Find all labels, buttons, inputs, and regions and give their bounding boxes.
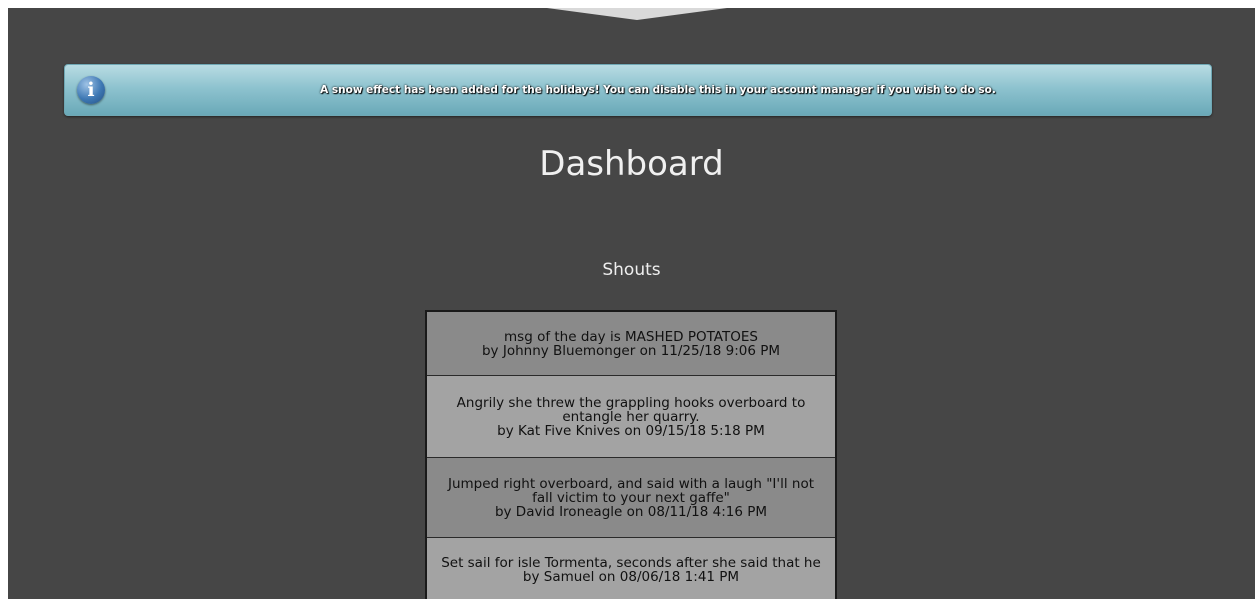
shout-byline: by Samuel on 08/06/18 1:41 PM — [522, 569, 740, 585]
shout-message: Set sail for isle Tormenta, seconds afte… — [441, 555, 821, 571]
shout-byline: by David Ironeagle on 08/11/18 4:16 PM — [494, 503, 768, 520]
shouts-heading: Shouts — [602, 260, 661, 280]
page-frame: i A snow effect has been added for the h… — [8, 8, 1255, 599]
shout-item: Jumped right overboard, and said with a … — [427, 458, 835, 538]
shout-message: Angrily she threw the grappling hooks ov… — [456, 394, 806, 425]
holiday-notice-banner: i A snow effect has been added for the h… — [64, 64, 1212, 116]
shout-item: msg of the day is MASHED POTATOES by Joh… — [427, 312, 835, 376]
info-icon: i — [77, 76, 105, 104]
top-notch — [547, 8, 727, 20]
shouts-list: msg of the day is MASHED POTATOES by Joh… — [425, 310, 837, 599]
shout-byline: by Kat Five Knives on 09/15/18 5:18 PM — [497, 422, 765, 439]
shout-item: Angrily she threw the grappling hooks ov… — [427, 376, 835, 458]
shout-message: msg of the day is MASHED POTATOES — [504, 328, 758, 345]
shout-message: Jumped right overboard, and said with a … — [447, 475, 814, 506]
shout-item: Set sail for isle Tormenta, seconds afte… — [427, 538, 835, 599]
page-title: Dashboard — [539, 144, 724, 184]
notice-text: A snow effect has been added for the hol… — [320, 84, 996, 96]
shout-byline: by Johnny Bluemonger on 11/25/18 9:06 PM — [481, 342, 781, 359]
